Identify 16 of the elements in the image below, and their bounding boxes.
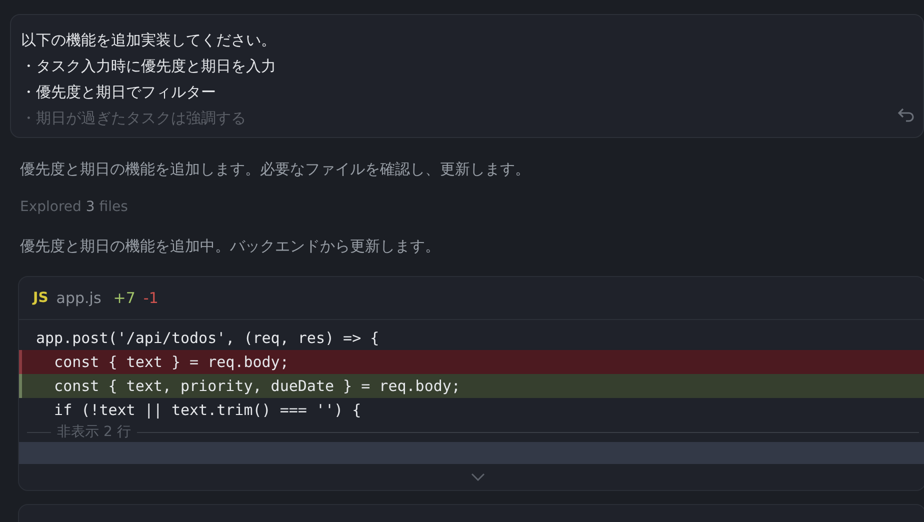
file-name[interactable]: app.js <box>56 289 102 307</box>
assistant-message: 優先度と期日の機能を追加します。必要なファイルを確認し、更新します。 <box>20 160 530 179</box>
hidden-lines-label[interactable]: 非表示 2 行 <box>57 423 131 441</box>
chevron-down-icon[interactable] <box>471 473 485 481</box>
code-line: if (!text || text.trim() === '') { <box>53 400 362 421</box>
explored-summary[interactable]: Explored 3 files <box>20 199 128 215</box>
assistant-message: 優先度と期日の機能を追加中。バックエンドから更新します。 <box>20 237 440 256</box>
file-type-label: JS <box>33 290 48 306</box>
code-line: app.post('/api/todos', (req, res) => { <box>35 328 380 349</box>
prompt-line: ・優先度と期日でフィルター <box>21 82 216 103</box>
prompt-line: ・期日が過ぎたタスクは強調する <box>21 108 246 129</box>
undo-icon[interactable] <box>897 107 915 123</box>
added-count: +7 <box>113 289 136 307</box>
removed-count: -1 <box>143 289 158 307</box>
prompt-line: ・タスク入力時に優先度と期日を入力 <box>21 56 276 77</box>
prompt-line: 以下の機能を追加実装してください。 <box>21 30 276 51</box>
